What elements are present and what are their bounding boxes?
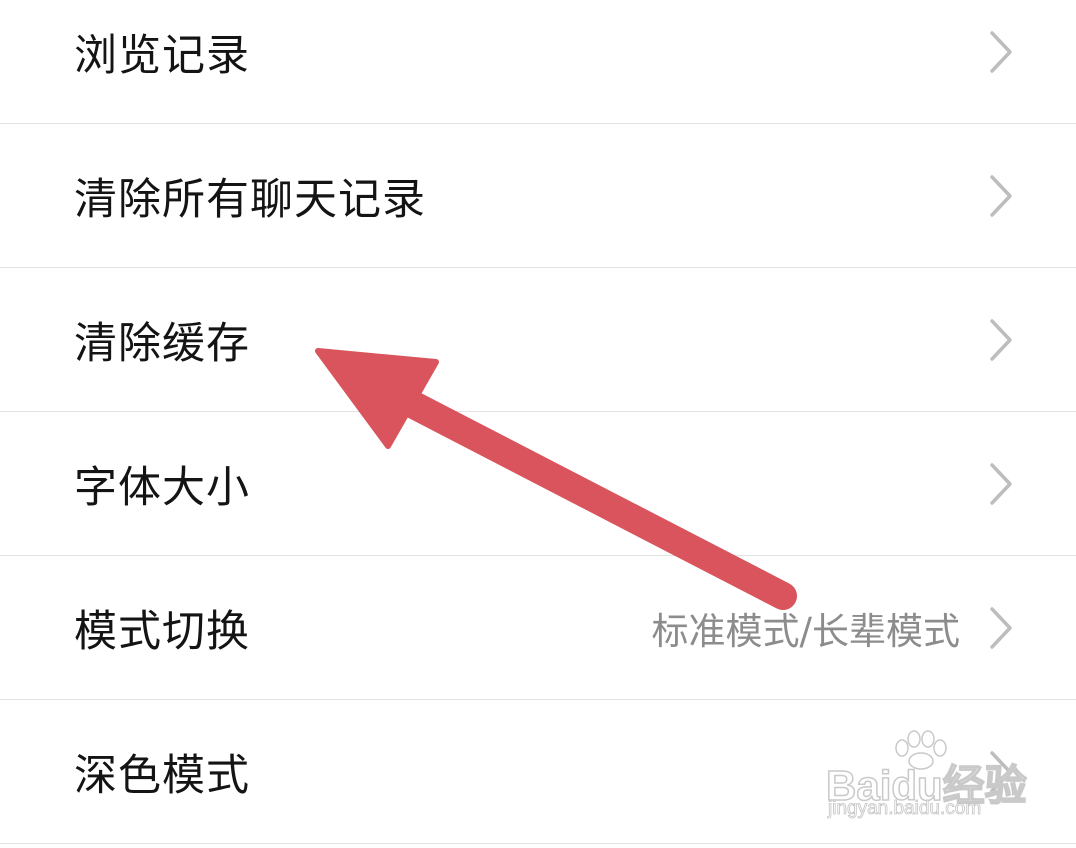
settings-item-browsing-history[interactable]: 浏览记录 (0, 0, 1076, 124)
settings-item-clear-all-chats[interactable]: 清除所有聊天记录 (0, 125, 1076, 268)
settings-item-mode-switch[interactable]: 模式切换 标准模式/长辈模式 (0, 557, 1076, 700)
settings-list: 浏览记录 清除所有聊天记录 清除缓存 字体大小 模式切换 标准模式/长辈模式 深… (0, 0, 1076, 848)
chevron-right-icon (988, 462, 1014, 506)
chevron-right-icon (988, 318, 1014, 362)
settings-item-label: 字体大小 (74, 463, 250, 513)
settings-item-label: 清除所有聊天记录 (74, 175, 426, 225)
chevron-right-icon (988, 174, 1014, 218)
settings-item-dark-mode[interactable]: 深色模式 (0, 701, 1076, 844)
chevron-right-icon (988, 30, 1014, 74)
mode-switch-value: 标准模式/长辈模式 (651, 610, 960, 653)
chevron-right-icon (988, 606, 1014, 650)
settings-item-label: 浏览记录 (74, 31, 250, 81)
settings-item-clear-cache[interactable]: 清除缓存 (0, 269, 1076, 412)
settings-item-label: 清除缓存 (74, 319, 250, 369)
settings-item-label: 模式切换 (74, 607, 250, 657)
settings-item-label: 深色模式 (74, 751, 250, 801)
chevron-right-icon (988, 750, 1014, 794)
settings-item-font-size[interactable]: 字体大小 (0, 413, 1076, 556)
